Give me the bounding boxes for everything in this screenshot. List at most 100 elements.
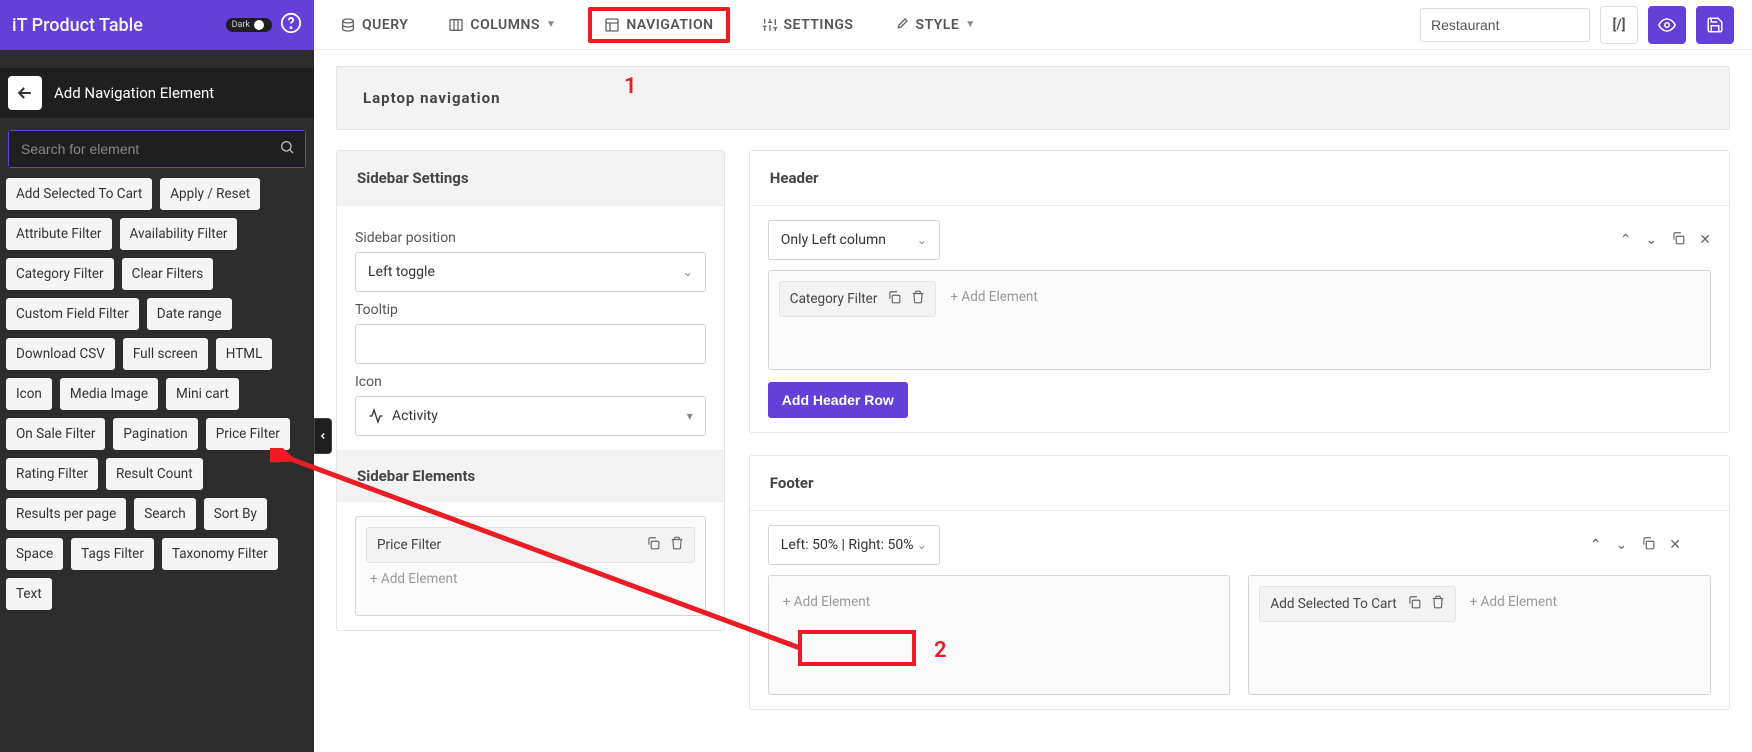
header-layout-value: Only Left column: [781, 232, 886, 248]
icon-value: Activity: [392, 408, 438, 424]
callout-one: 1: [624, 74, 637, 99]
tab-style[interactable]: STYLE ▼: [885, 11, 983, 39]
search-wrap: [8, 130, 306, 168]
copy-icon[interactable]: [1671, 231, 1685, 249]
element-chip[interactable]: Category Filter: [6, 258, 114, 290]
element-chip[interactable]: Pagination: [113, 418, 197, 450]
element-chip[interactable]: Icon: [6, 378, 52, 410]
trash-icon[interactable]: [911, 290, 925, 308]
header-dropzone[interactable]: Category Filter + Add Element: [768, 270, 1711, 370]
chevron-down-icon: ⌄: [683, 265, 693, 279]
tab-columns-label: COLUMNS: [470, 17, 540, 33]
element-chip[interactable]: Custom Field Filter: [6, 298, 139, 330]
shortcode-button[interactable]: [/]: [1600, 6, 1638, 44]
table-name-input[interactable]: [1420, 8, 1590, 42]
sidebar-position-select[interactable]: Left toggle ⌄: [355, 252, 706, 292]
element-chip[interactable]: Results per page: [6, 498, 126, 530]
callout-two: 2: [934, 638, 947, 663]
footer-heading: Footer: [750, 456, 1729, 511]
chevron-down-icon[interactable]: ⌄: [1616, 537, 1628, 553]
element-chip[interactable]: Full screen: [123, 338, 208, 370]
help-icon[interactable]: [280, 12, 302, 38]
add-header-element[interactable]: + Add Element: [946, 281, 1041, 313]
element-chip[interactable]: Text: [6, 578, 52, 610]
sidebar-header: iT Product Table Dark: [0, 0, 314, 50]
dark-mode-toggle[interactable]: Dark: [226, 18, 272, 32]
footer-right-chip[interactable]: Add Selected To Cart: [1259, 586, 1455, 622]
tab-query[interactable]: QUERY: [332, 11, 416, 39]
columns: Sidebar Settings Sidebar position Left t…: [336, 150, 1730, 710]
element-chip[interactable]: Mini cart: [166, 378, 239, 410]
add-header-row-button[interactable]: Add Header Row: [768, 382, 908, 418]
add-footer-right-element[interactable]: + Add Element: [1466, 586, 1561, 618]
trash-icon[interactable]: [1431, 595, 1445, 613]
element-chip[interactable]: On Sale Filter: [6, 418, 105, 450]
element-chip[interactable]: Sort By: [204, 498, 267, 530]
copy-icon[interactable]: [646, 536, 660, 554]
element-chip[interactable]: HTML: [216, 338, 273, 370]
sidebar-collapse-handle[interactable]: [314, 418, 332, 454]
sidebar-header-right: Dark: [226, 12, 302, 38]
chevron-up-icon[interactable]: ⌃: [1620, 232, 1632, 248]
tooltip-label: Tooltip: [355, 302, 706, 318]
footer-row-actions: ⌃ ⌄ ✕: [1590, 536, 1681, 554]
header-row-controls: Only Left column ⌄ ⌃ ⌄ ✕: [768, 220, 1711, 260]
close-icon[interactable]: ✕: [1699, 232, 1711, 248]
footer-right-dropzone[interactable]: Add Selected To Cart + Add Element: [1248, 575, 1711, 695]
element-chip[interactable]: Download CSV: [6, 338, 115, 370]
element-chip[interactable]: Tags Filter: [71, 538, 154, 570]
tab-columns[interactable]: COLUMNS ▼: [440, 11, 564, 39]
chevron-down-icon: ⌄: [917, 233, 927, 247]
element-chip-label: Add Selected To Cart: [1270, 596, 1396, 612]
element-chip[interactable]: Space: [6, 538, 63, 570]
footer-dropzones: + Add Element Add Selected To Cart + Add…: [768, 575, 1711, 695]
main-content: Laptop navigation Sidebar Settings Sideb…: [314, 50, 1752, 752]
element-chip[interactable]: Rating Filter: [6, 458, 98, 490]
header-heading: Header: [750, 151, 1729, 206]
sidebar-position-label: Sidebar position: [355, 230, 706, 246]
back-button[interactable]: [8, 76, 42, 110]
header-element-chip[interactable]: Category Filter: [779, 281, 937, 317]
element-chip[interactable]: Clear Filters: [122, 258, 214, 290]
search-input[interactable]: [9, 131, 305, 167]
close-icon[interactable]: ✕: [1669, 537, 1681, 553]
element-chip[interactable]: Availability Filter: [120, 218, 238, 250]
tab-navigation[interactable]: NAVIGATION: [588, 7, 729, 43]
element-chip[interactable]: Attribute Filter: [6, 218, 112, 250]
element-chip[interactable]: Media Image: [60, 378, 158, 410]
icon-select[interactable]: Activity ▾: [355, 396, 706, 436]
search-icon[interactable]: [279, 139, 295, 159]
sidebar-elements-heading: Sidebar Elements: [337, 450, 724, 502]
chevron-down-icon[interactable]: ⌄: [1646, 232, 1658, 248]
header-card: Header Only Left column ⌄ ⌃ ⌄ ✕: [749, 150, 1730, 433]
sidebar-settings-card: Sidebar Settings Sidebar position Left t…: [336, 150, 725, 631]
tab-settings[interactable]: SETTINGS: [754, 11, 862, 39]
element-chip[interactable]: Result Count: [106, 458, 203, 490]
preview-button[interactable]: [1648, 6, 1686, 44]
sidebar-element-chip[interactable]: Price Filter: [366, 527, 695, 563]
element-chip[interactable]: Search: [134, 498, 195, 530]
sidebar-elements-dropzone[interactable]: Price Filter + Add Element: [355, 516, 706, 616]
element-chip[interactable]: Add Selected To Cart: [6, 178, 152, 210]
add-footer-left-element[interactable]: + Add Element: [779, 586, 1220, 618]
element-chip[interactable]: Taxonomy Filter: [162, 538, 278, 570]
page-title: Laptop navigation: [363, 89, 1703, 107]
copy-icon[interactable]: [1407, 595, 1421, 613]
element-chip[interactable]: Date range: [147, 298, 232, 330]
element-chip[interactable]: Price Filter: [206, 418, 290, 450]
save-button[interactable]: [1696, 6, 1734, 44]
footer-layout-select[interactable]: Left: 50% | Right: 50% ⌄: [768, 525, 940, 565]
copy-icon[interactable]: [887, 290, 901, 308]
right-column: Header Only Left column ⌄ ⌃ ⌄ ✕: [749, 150, 1730, 710]
element-chip-label: Category Filter: [790, 291, 878, 307]
tooltip-input[interactable]: [355, 324, 706, 364]
tab-style-label: STYLE: [915, 17, 959, 33]
chevron-up-icon[interactable]: ⌃: [1590, 537, 1602, 553]
footer-left-dropzone[interactable]: + Add Element: [768, 575, 1231, 695]
sidebar-sub-title: Add Navigation Element: [54, 84, 214, 102]
header-layout-select[interactable]: Only Left column ⌄: [768, 220, 940, 260]
copy-icon[interactable]: [1641, 536, 1655, 554]
trash-icon[interactable]: [670, 536, 684, 554]
element-chip[interactable]: Apply / Reset: [160, 178, 260, 210]
add-sidebar-element[interactable]: + Add Element: [366, 563, 695, 595]
